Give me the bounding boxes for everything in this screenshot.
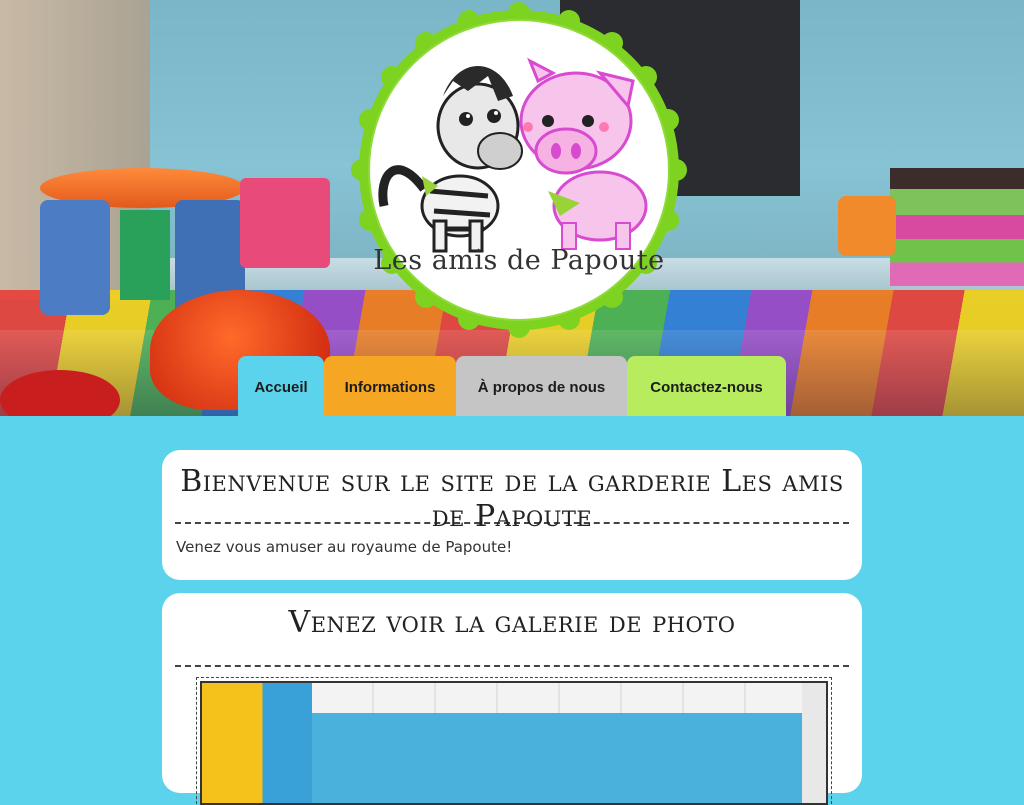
divider — [175, 665, 849, 667]
hero-pink-toy — [240, 178, 330, 268]
nav-tab-accueil[interactable]: Accueil — [238, 356, 324, 416]
welcome-card: Bienvenue sur le site de la garderie Les… — [162, 450, 862, 580]
hero-stool-leg — [120, 210, 170, 300]
gallery-card: Venez voir la galerie de photo — [162, 593, 862, 805]
gallery-photo[interactable] — [196, 677, 832, 805]
gallery-title: Venez voir la galerie de photo — [288, 605, 736, 640]
welcome-title: Bienvenue sur le site de la garderie Les… — [180, 464, 844, 534]
main-navigation: Accueil Informations À propos de nous Co… — [238, 356, 786, 416]
gallery-ceiling — [312, 683, 812, 713]
logo-badge — [351, 2, 687, 338]
nav-tab-informations[interactable]: Informations — [324, 356, 456, 416]
welcome-text: Venez vous amuser au royaume de Papoute! — [176, 538, 513, 556]
site-logo[interactable]: Les amis de Papoute — [348, 1, 690, 339]
logo-title: Les amis de Papoute — [373, 245, 665, 276]
nav-tab-a-propos[interactable]: À propos de nous — [456, 356, 627, 416]
gallery-wall-yellow — [202, 683, 312, 803]
nav-tab-contactez-nous[interactable]: Contactez-nous — [627, 356, 786, 416]
hero-shelf — [890, 168, 1024, 286]
hero-stool-leg — [40, 200, 110, 315]
gallery-pillar — [802, 683, 826, 803]
hero-orange-toy — [838, 196, 896, 256]
